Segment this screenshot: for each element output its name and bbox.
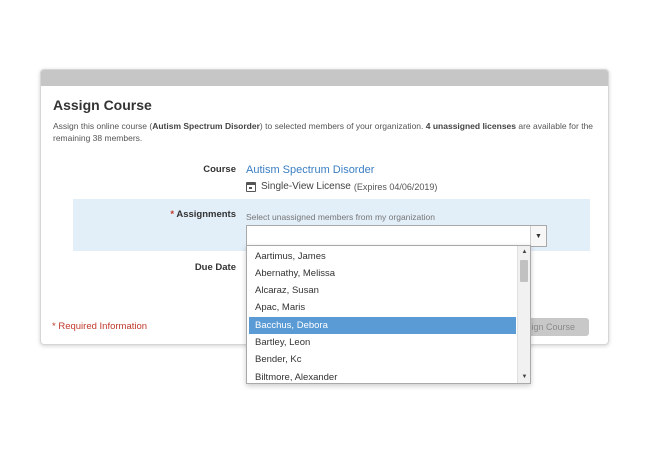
chevron-down-icon[interactable]: ▼ bbox=[530, 226, 546, 246]
dropdown-option[interactable]: Abernathy, Melissa bbox=[249, 265, 516, 282]
dropdown-option-selected[interactable]: Bacchus, Debora bbox=[249, 317, 516, 334]
scroll-up-icon[interactable]: ▲ bbox=[518, 247, 530, 257]
dropdown-option[interactable]: Alcaraz, Susan bbox=[249, 282, 516, 299]
assignments-hint: Select unassigned members from my organi… bbox=[246, 212, 435, 222]
license-type: Single-View License bbox=[261, 181, 351, 192]
page-title: Assign Course bbox=[53, 97, 152, 113]
intro-licenses-count: 4 unassigned licenses bbox=[425, 121, 516, 131]
license-expiry: (Expires 04/06/2019) bbox=[353, 181, 438, 192]
intro-part-1: Assign this online course ( bbox=[53, 121, 153, 131]
dropdown-option[interactable]: Bender, Kc bbox=[249, 351, 516, 368]
intro-course-name: Autism Spectrum Disorder bbox=[152, 121, 260, 131]
required-information-note: * Required Information bbox=[52, 321, 148, 332]
required-marker: * bbox=[170, 209, 175, 220]
dropdown-option[interactable]: Aartimus, James bbox=[249, 248, 516, 265]
license-info: Single-View License (Expires 04/06/2019) bbox=[246, 181, 437, 192]
course-link[interactable]: Autism Spectrum Disorder bbox=[246, 164, 374, 176]
dropdown-scrollbar[interactable]: ▲ ▼ bbox=[517, 246, 530, 383]
due-date-label: Due Date bbox=[194, 262, 236, 273]
dropdown-option[interactable]: Apac, Maris bbox=[249, 299, 516, 316]
assignments-select[interactable]: ▼ bbox=[246, 225, 547, 247]
assignments-label: * Assignments bbox=[116, 209, 236, 220]
dropdown-option[interactable]: Biltmore, Alexander bbox=[249, 369, 516, 383]
intro-text: Assign this online course (Autism Spectr… bbox=[53, 120, 598, 144]
dropdown-option[interactable]: Bartley, Leon bbox=[249, 334, 516, 351]
scrollbar-thumb[interactable] bbox=[520, 260, 528, 282]
calendar-icon bbox=[246, 181, 256, 192]
card-header-bar bbox=[41, 70, 608, 86]
assignments-dropdown-list[interactable]: Aartimus, James Abernathy, Melissa Alcar… bbox=[246, 245, 531, 384]
scroll-down-icon[interactable]: ▼ bbox=[518, 372, 530, 382]
course-label: Course bbox=[203, 164, 236, 175]
intro-part-2: ) to selected members of your organizati… bbox=[259, 121, 426, 131]
assignments-label-text: Assignments bbox=[176, 209, 236, 220]
